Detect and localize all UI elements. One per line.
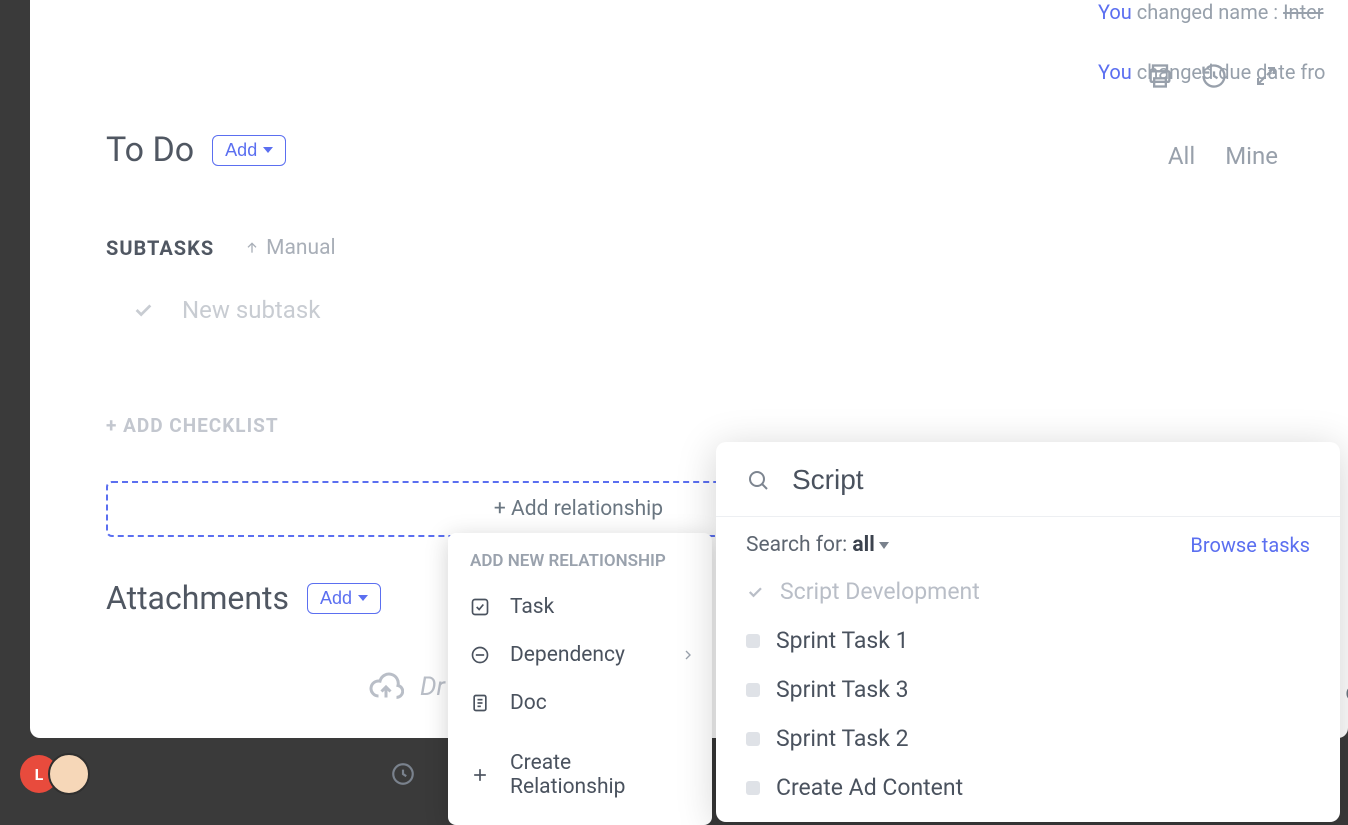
relationship-dropdown: ADD NEW RELATIONSHIP Task Dependency Doc… bbox=[448, 533, 712, 825]
activity-text: changed name : bbox=[1137, 0, 1278, 24]
relationship-option-dependency-label: Dependency bbox=[510, 643, 625, 667]
history-icon[interactable] bbox=[1200, 62, 1228, 90]
relationship-option-dependency[interactable]: Dependency bbox=[448, 631, 712, 679]
arrow-up-icon bbox=[244, 240, 260, 256]
activity-tabs: All Mine bbox=[1168, 142, 1278, 170]
status-title: To Do bbox=[106, 130, 194, 170]
search-result[interactable]: Script Development bbox=[716, 567, 1340, 616]
relationship-option-doc-label: Doc bbox=[510, 691, 547, 715]
add-relationship-label: + Add relationship bbox=[494, 497, 663, 521]
search-result-label: Sprint Task 2 bbox=[776, 725, 909, 752]
task-icon bbox=[470, 597, 490, 617]
search-icon bbox=[746, 468, 770, 492]
task-modal: You changed name : Inter You changed due… bbox=[30, 0, 1348, 738]
search-scope-value: all bbox=[852, 533, 874, 557]
tab-all[interactable]: All bbox=[1168, 142, 1195, 170]
task-search-input[interactable] bbox=[792, 464, 1310, 496]
activity-log: You changed name : Inter You changed due… bbox=[1098, 0, 1348, 120]
search-result[interactable]: Create Ad Content bbox=[716, 763, 1340, 812]
search-scope-prefix: Search for: bbox=[746, 533, 852, 557]
activity-old-value: Inter bbox=[1283, 0, 1323, 24]
clock-icon[interactable] bbox=[390, 761, 416, 787]
status-square-icon bbox=[746, 781, 760, 795]
check-icon bbox=[132, 299, 154, 321]
status-add-label: Add bbox=[225, 140, 257, 161]
relationship-option-task-label: Task bbox=[510, 595, 554, 619]
status-square-icon bbox=[746, 634, 760, 648]
add-checklist-button[interactable]: + ADD CHECKLIST bbox=[106, 414, 1056, 437]
attachments-add-button[interactable]: Add bbox=[307, 583, 381, 614]
modal-header-icons bbox=[1146, 62, 1278, 90]
dropzone-text: Dr bbox=[420, 672, 445, 702]
search-result-label: Script Development bbox=[780, 578, 980, 605]
search-scope[interactable]: Search for: all bbox=[746, 533, 889, 557]
activity-actor: You bbox=[1098, 60, 1132, 84]
new-subtask-row[interactable]: New subtask bbox=[132, 296, 1056, 324]
check-icon bbox=[746, 583, 764, 601]
upload-cloud-icon bbox=[368, 669, 404, 705]
search-result-label: Sprint Task 1 bbox=[776, 627, 909, 654]
activity-entry: You changed name : Inter bbox=[1098, 0, 1348, 24]
status-square-icon bbox=[746, 683, 760, 697]
tab-mine[interactable]: Mine bbox=[1225, 142, 1278, 170]
avatar[interactable] bbox=[48, 753, 90, 795]
expand-icon[interactable] bbox=[1254, 64, 1278, 88]
status-square-icon bbox=[746, 732, 760, 746]
print-icon[interactable] bbox=[1146, 62, 1174, 90]
search-result-label: Sprint Task 3 bbox=[776, 676, 909, 703]
relationship-option-create[interactable]: Create Relationship bbox=[448, 739, 712, 811]
doc-icon bbox=[470, 693, 490, 713]
relationship-option-task[interactable]: Task bbox=[448, 583, 712, 631]
chevron-down-icon bbox=[879, 542, 889, 549]
task-search-panel: Search for: all Browse tasks Script Deve… bbox=[716, 442, 1340, 822]
relationship-option-doc[interactable]: Doc bbox=[448, 679, 712, 727]
browse-tasks-link[interactable]: Browse tasks bbox=[1190, 533, 1310, 557]
search-result[interactable]: Sprint Task 1 bbox=[716, 616, 1340, 665]
search-result-label: Create Ad Content bbox=[776, 774, 963, 801]
relationship-option-create-label: Create Relationship bbox=[510, 751, 690, 799]
search-result[interactable]: Sprint Task 2 bbox=[716, 714, 1340, 763]
relationship-dropdown-header: ADD NEW RELATIONSHIP bbox=[448, 547, 712, 583]
subtasks-sort[interactable]: Manual bbox=[244, 236, 335, 260]
chevron-right-icon bbox=[680, 647, 696, 663]
subtasks-sort-label: Manual bbox=[266, 236, 335, 260]
search-result[interactable]: Sprint Task 3 bbox=[716, 665, 1340, 714]
plus-icon bbox=[470, 765, 490, 785]
subtasks-heading: SUBTASKS bbox=[106, 236, 214, 260]
new-subtask-placeholder: New subtask bbox=[182, 296, 320, 324]
dependency-icon bbox=[470, 645, 490, 665]
attachments-add-label: Add bbox=[320, 588, 352, 609]
attachments-title: Attachments bbox=[106, 579, 289, 617]
activity-actor: You bbox=[1098, 0, 1132, 24]
status-add-button[interactable]: Add bbox=[212, 135, 286, 166]
